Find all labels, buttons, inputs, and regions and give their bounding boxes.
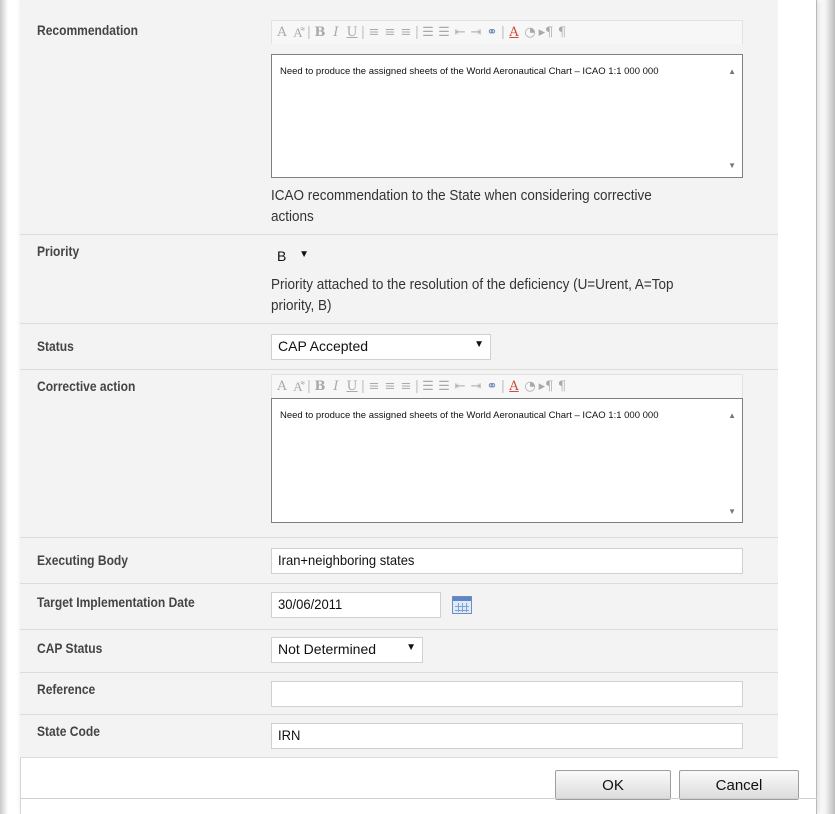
link-icon[interactable]: ⚭ bbox=[484, 379, 500, 394]
priority-label: Priority bbox=[20, 235, 264, 323]
underline-icon[interactable]: U bbox=[344, 379, 360, 394]
recommendation-label: Recommendation bbox=[20, 0, 264, 234]
underline-icon[interactable]: U bbox=[344, 25, 360, 40]
text-color-icon[interactable]: A bbox=[506, 379, 522, 394]
align-left-icon[interactable]: ≡ bbox=[366, 379, 382, 394]
italic-icon[interactable]: I bbox=[328, 25, 344, 40]
corrective-action-label: Corrective action bbox=[20, 370, 264, 537]
bold-icon[interactable]: B bbox=[312, 379, 328, 394]
scroll-up-icon[interactable]: ▲ bbox=[728, 411, 736, 420]
state-code-row: State Code IRN bbox=[20, 715, 778, 758]
align-center-icon[interactable]: ≡ bbox=[382, 379, 398, 394]
executing-body-input[interactable]: Iran+neighboring states bbox=[271, 548, 743, 574]
recommendation-text: Need to produce the assigned sheets of t… bbox=[280, 66, 659, 77]
bold-icon[interactable]: B bbox=[312, 25, 328, 40]
link-icon[interactable]: ⚭ bbox=[484, 25, 500, 40]
font-size-icon[interactable]: A͌ bbox=[290, 379, 306, 395]
corrective-action-row: Corrective action A A͌ | B I U | ≡ ≡ ≡ |… bbox=[20, 370, 778, 538]
unordered-list-icon[interactable]: ☰ bbox=[436, 379, 452, 394]
right-shadow bbox=[821, 0, 835, 814]
scroll-up-icon[interactable]: ▲ bbox=[728, 67, 736, 76]
recommendation-help: ICAO recommendation to the State when co… bbox=[271, 188, 652, 225]
align-left-icon[interactable]: ≡ bbox=[366, 25, 382, 40]
cap-status-select[interactable]: Not Determined ▼ bbox=[271, 637, 423, 663]
state-code-label: State Code bbox=[20, 715, 264, 757]
unordered-list-icon[interactable]: ☰ bbox=[436, 25, 452, 40]
status-select[interactable]: CAP Accepted ▼ bbox=[271, 334, 491, 360]
footer-divider bbox=[20, 798, 817, 799]
state-code-input[interactable]: IRN bbox=[271, 723, 743, 749]
reference-input[interactable] bbox=[271, 681, 743, 707]
outdent-icon[interactable]: ⇤ bbox=[452, 379, 468, 394]
outdent-icon[interactable]: ⇤ bbox=[452, 25, 468, 40]
rtl-icon[interactable]: ¶ bbox=[554, 25, 570, 40]
ltr-icon[interactable]: ▸¶ bbox=[538, 25, 554, 40]
scroll-down-icon[interactable]: ▼ bbox=[728, 161, 736, 170]
priority-help: Priority attached to the resolution of t… bbox=[271, 277, 674, 314]
status-row: Status CAP Accepted ▼ bbox=[20, 324, 778, 370]
corrective-action-text: Need to produce the assigned sheets of t… bbox=[280, 410, 659, 421]
recommendation-editor[interactable]: Need to produce the assigned sheets of t… bbox=[271, 54, 743, 178]
recommendation-row: Recommendation A A͌ | B I U | ≡ ≡ ≡ | ☰ … bbox=[20, 0, 778, 235]
font-icon[interactable]: A bbox=[274, 379, 290, 394]
cap-status-label: CAP Status bbox=[20, 630, 264, 672]
target-date-label: Target Implementation Date bbox=[20, 584, 264, 629]
executing-body-label: Executing Body bbox=[20, 538, 264, 583]
align-center-icon[interactable]: ≡ bbox=[382, 25, 398, 40]
ordered-list-icon[interactable]: ☰ bbox=[420, 25, 436, 40]
indent-icon[interactable]: ⇥ bbox=[468, 379, 484, 394]
highlight-icon[interactable]: ◔ bbox=[522, 25, 538, 40]
italic-icon[interactable]: I bbox=[328, 379, 344, 394]
text-color-icon[interactable]: A bbox=[506, 25, 522, 40]
align-right-icon[interactable]: ≡ bbox=[398, 379, 414, 394]
target-date-input[interactable]: 30/06/2011 bbox=[271, 592, 441, 618]
priority-row: Priority B ▼ Priority attached to the res… bbox=[20, 235, 778, 324]
font-size-icon[interactable]: A͌ bbox=[290, 25, 306, 41]
ltr-icon[interactable]: ▸¶ bbox=[538, 379, 554, 394]
reference-label: Reference bbox=[20, 673, 264, 714]
calendar-icon[interactable] bbox=[452, 596, 472, 614]
chevron-down-icon: ▼ bbox=[406, 642, 416, 653]
cancel-button[interactable]: Cancel bbox=[679, 770, 799, 800]
executing-body-row: Executing Body Iran+neighboring states bbox=[20, 538, 778, 584]
ok-button[interactable]: OK bbox=[555, 770, 671, 800]
reference-row: Reference bbox=[20, 673, 778, 715]
cap-status-row: CAP Status Not Determined ▼ bbox=[20, 630, 778, 673]
indent-icon[interactable]: ⇥ bbox=[468, 25, 484, 40]
priority-select[interactable]: B ▼ bbox=[271, 245, 315, 271]
rtl-icon[interactable]: ¶ bbox=[554, 379, 570, 394]
corrective-action-editor[interactable]: Need to produce the assigned sheets of t… bbox=[271, 398, 743, 523]
ordered-list-icon[interactable]: ☰ bbox=[420, 379, 436, 394]
chevron-down-icon: ▼ bbox=[474, 339, 484, 350]
align-right-icon[interactable]: ≡ bbox=[398, 25, 414, 40]
highlight-icon[interactable]: ◔ bbox=[522, 379, 538, 394]
chevron-down-icon: ▼ bbox=[299, 249, 309, 260]
left-shadow bbox=[0, 0, 8, 814]
target-date-row: Target Implementation Date 30/06/2011 bbox=[20, 584, 778, 630]
font-icon[interactable]: A bbox=[274, 25, 290, 40]
recommendation-toolbar: A A͌ | B I U | ≡ ≡ ≡ | ☰ ☰ ⇤ ⇥ ⚭ | A ◔ ▸… bbox=[271, 20, 743, 44]
corrective-action-toolbar: A A͌ | B I U | ≡ ≡ ≡ | ☰ ☰ ⇤ ⇥ ⚭ | A ◔ ▸… bbox=[271, 374, 743, 398]
status-label: Status bbox=[20, 324, 264, 369]
scroll-down-icon[interactable]: ▼ bbox=[728, 507, 736, 516]
